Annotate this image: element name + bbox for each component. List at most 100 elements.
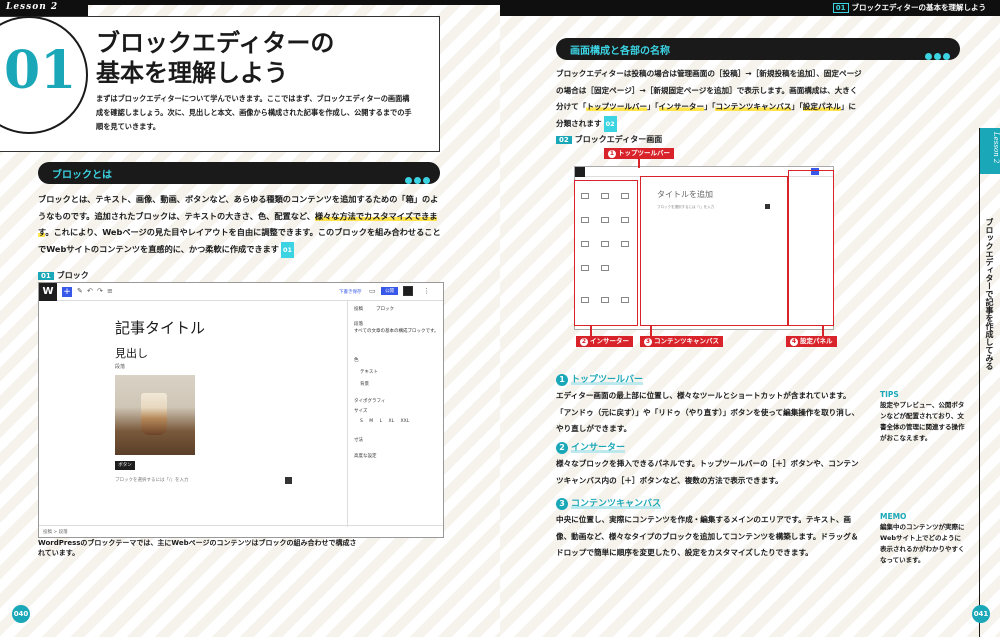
chapter-number: 01 bbox=[4, 40, 77, 101]
preview-icon[interactable]: ▭ bbox=[369, 287, 376, 295]
lesson-tag: Lesson 2 bbox=[6, 2, 59, 12]
page-number-right: 041 bbox=[972, 605, 990, 623]
tag-num-4: 4 bbox=[790, 338, 798, 346]
heading-block[interactable]: 見出し bbox=[115, 345, 148, 361]
coffee-cup bbox=[141, 393, 167, 435]
intro-hl-4: 設定パネル bbox=[802, 102, 841, 111]
sidebar-text-color[interactable]: テキスト bbox=[360, 369, 378, 375]
item-title-1: トップツールバー bbox=[571, 375, 644, 385]
inline-add-icon[interactable] bbox=[285, 477, 292, 484]
side-lesson-label: Lesson 2 bbox=[992, 132, 1000, 164]
item-text-1: エディター画面の最上部に位置し、様々なツールとショートカットが含まれています。「… bbox=[556, 391, 860, 433]
figure-label-text-2: ブロックエディター画面 bbox=[574, 135, 663, 144]
tag-label-1: トップツールバー bbox=[618, 149, 670, 157]
intro-paragraph: ブロックエディターは投稿の場合は管理画面の［投稿］→［新規投稿を追加］、固定ペー… bbox=[556, 66, 862, 132]
sidebar-advanced[interactable]: 高度な設定 bbox=[354, 453, 377, 459]
header-number: 01 bbox=[832, 3, 849, 13]
button-block[interactable]: ボタン bbox=[115, 461, 135, 470]
item-text-2: 様々なブロックを挿入できるパネルです。トップツールバーの［＋］ボタンや、コンテン… bbox=[556, 459, 859, 485]
paragraph-block[interactable]: 段落 bbox=[115, 363, 125, 370]
tag-label-3: コンテンツキャンバス bbox=[654, 337, 719, 345]
sidebar-dimensions[interactable]: 寸法 bbox=[354, 437, 363, 443]
dots-decoration bbox=[403, 169, 430, 188]
add-block-button[interactable]: + bbox=[62, 287, 72, 297]
wordpress-logo-icon[interactable]: W bbox=[39, 283, 57, 301]
figure-label-2: 02 ブロックエディター画面 bbox=[556, 134, 662, 145]
tag-label-4: 設定パネル bbox=[800, 337, 833, 345]
tag-num-2: 2 bbox=[580, 338, 588, 346]
tag-num-1: 1 bbox=[608, 150, 616, 158]
tag-content-canvas: 3 コンテンツキャンバス bbox=[640, 336, 723, 347]
item-title-2: インサーター bbox=[571, 443, 626, 453]
section-title: ブロックとは bbox=[52, 170, 112, 181]
figure-badge-2: 02 bbox=[556, 136, 572, 144]
title-line-1: ブロックエディターの bbox=[96, 29, 335, 57]
editor-diagram: タイトルを追加 ブロックを選択するには「/」を入力 bbox=[570, 156, 838, 350]
item-heading-2: 2 インサーター bbox=[556, 440, 626, 454]
item-heading-3: 3 コンテンツキャンバス bbox=[556, 496, 662, 510]
sidebar-size: サイズ bbox=[354, 409, 368, 414]
title-line-2: 基本を理解しよう bbox=[96, 59, 288, 87]
intro-hl-2: インサーター bbox=[658, 102, 705, 111]
sidebar-tab-block[interactable]: ブロック bbox=[376, 306, 394, 312]
page-number-left: 040 bbox=[12, 605, 30, 623]
sidebar-typography[interactable]: タイポグラフィ bbox=[354, 398, 385, 404]
editor-settings-sidebar: 投稿 ブロック 段落 すべての文章の基本の構成ブロックです。 色 テキスト 背景… bbox=[347, 301, 443, 527]
inserter-highlight bbox=[574, 180, 638, 326]
intro-c: 」「 bbox=[704, 102, 716, 111]
page-title: ブロックエディターの 基本を理解しよう bbox=[96, 28, 396, 88]
editor-breadcrumb[interactable]: 投稿 > 段落 bbox=[39, 525, 443, 537]
settings-highlight bbox=[788, 170, 834, 326]
item-num-3: 3 bbox=[556, 498, 568, 510]
inserter-leader bbox=[590, 326, 592, 336]
figure-label: 01 ブロック bbox=[38, 270, 89, 281]
undo-icon[interactable]: ↶ bbox=[87, 287, 93, 295]
sidebar-bg-color[interactable]: 背景 bbox=[360, 381, 369, 387]
save-draft-button[interactable]: 下書き保存 bbox=[339, 289, 362, 295]
tag-num-3: 3 bbox=[644, 338, 652, 346]
editor-toolbar: W + ✎ ↶ ↷ ≡ 下書き保存 ▭ 公開 ⋮ bbox=[39, 283, 443, 301]
item-num-1: 1 bbox=[556, 374, 568, 386]
sidebar-size-options[interactable]: S M L XL XXL bbox=[360, 419, 409, 424]
intro-d: 」「 bbox=[791, 102, 803, 111]
tips-heading: TIPS bbox=[880, 390, 899, 399]
publish-button[interactable]: 公開 bbox=[381, 287, 398, 295]
sidebar-tab-post[interactable]: 投稿 bbox=[354, 306, 363, 312]
coffee-image[interactable] bbox=[115, 375, 195, 455]
more-icon[interactable]: ⋮ bbox=[423, 287, 430, 295]
body-text-b: 。これにより、Webページの見た目やレイアウトを自由に調整できます。このブロック… bbox=[38, 227, 441, 254]
settings-icon[interactable] bbox=[403, 286, 413, 296]
memo-text: 編集中のコンテンツが実際にWebサイト上でどのように表示されるかがわかりやすくな… bbox=[880, 523, 965, 564]
tag-label-2: インサーター bbox=[590, 337, 629, 345]
item-heading-1: 1 トップツールバー bbox=[556, 372, 644, 386]
tag-top-toolbar: 1 トップツールバー bbox=[604, 148, 674, 159]
figure-badge: 01 bbox=[38, 272, 54, 280]
figure-ref-2: 02 bbox=[603, 115, 617, 132]
figure-label-text: ブロック bbox=[56, 271, 89, 280]
body-paragraph: ブロックとは、テキスト、画像、動画、ボタンなど、あらゆる種類のコンテンツを追加す… bbox=[38, 191, 442, 258]
redo-icon[interactable]: ↷ bbox=[97, 287, 103, 295]
settings-leader bbox=[822, 326, 824, 336]
figure-caption: WordPressのブロックテーマでは、主にWebページのコンテンツはブロックの… bbox=[38, 539, 357, 557]
canvas-leader bbox=[650, 326, 652, 336]
tag-settings-panel: 4 設定パネル bbox=[786, 336, 837, 347]
item-num-2: 2 bbox=[556, 442, 568, 454]
intro-hl-3: コンテンツキャンバス bbox=[715, 102, 792, 111]
tag-inserter: 2 インサーター bbox=[576, 336, 633, 347]
pencil-icon[interactable]: ✎ bbox=[77, 287, 83, 295]
block-placeholder[interactable]: ブロックを選択するには「/」を入力 bbox=[115, 477, 189, 483]
section-heading-bar: ブロックとは bbox=[38, 162, 440, 184]
item-text-3: 中央に位置し、実際にコンテンツを作成・編集するメインのエリアです。テキスト、画像… bbox=[556, 515, 859, 557]
canvas-highlight bbox=[640, 176, 788, 326]
tips-text: 設定やプレビュー、公開ボタンなどが配置されており、文書全体の管理に関連する操作が… bbox=[880, 401, 965, 442]
editor-screenshot: W + ✎ ↶ ↷ ≡ 下書き保存 ▭ 公開 ⋮ 記事タイトル 見出し 段落 ボ… bbox=[38, 282, 444, 538]
post-title[interactable]: 記事タイトル bbox=[115, 317, 205, 338]
item-title-3: コンテンツキャンバス bbox=[571, 499, 662, 509]
side-chapter-title: ブロックエディターで記事を作成してみる bbox=[985, 218, 994, 370]
sidebar-block-desc: すべての文章の基本の構成ブロックです。 bbox=[354, 329, 439, 334]
sidebar-block-name: 段落 bbox=[354, 322, 363, 327]
sidebar-color[interactable]: 色 bbox=[354, 357, 359, 363]
right-section-heading-bar: 画面構成と各部の名称 bbox=[556, 38, 960, 60]
list-view-icon[interactable]: ≡ bbox=[107, 287, 113, 295]
header-rule bbox=[88, 0, 500, 5]
